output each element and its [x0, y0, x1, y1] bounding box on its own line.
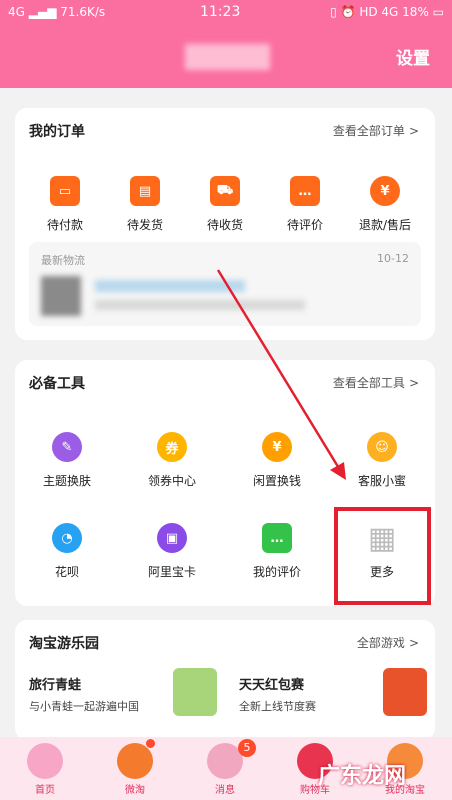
- view-all-orders-label: 查看全部订单: [332, 124, 405, 138]
- latest-logistics[interactable]: 最新物流 10-12: [29, 242, 421, 326]
- chevron-right-icon: >: [408, 636, 419, 650]
- order-item-label: 待收货: [206, 218, 243, 232]
- wallet-icon: ▭: [50, 176, 80, 206]
- orders-header: 我的订单 查看全部订单 >: [15, 108, 435, 152]
- tool-coupon-center[interactable]: 券 领券中心: [132, 432, 212, 489]
- tool-idle-cash[interactable]: ¥ 闲置换钱: [237, 432, 317, 489]
- coupon-icon: 券: [157, 432, 187, 462]
- battery-level: 18%: [402, 5, 429, 19]
- game-title: 天天红包赛: [239, 678, 305, 693]
- games-header: 淘宝游乐园 全部游戏 >: [15, 620, 435, 664]
- bee-icon: ☺: [367, 432, 397, 462]
- cup-icon: [383, 668, 427, 716]
- network-right: HD 4G: [359, 5, 399, 19]
- logistics-title: 最新物流: [41, 254, 85, 267]
- order-item-label: 待付款: [46, 218, 83, 232]
- comment-icon: …: [290, 176, 320, 206]
- order-item-label: 退款/售后: [358, 218, 412, 232]
- tool-huabei[interactable]: ◔ 花呗: [27, 523, 107, 580]
- chevron-right-icon: >: [408, 376, 419, 390]
- view-all-games-label: 全部游戏: [356, 636, 405, 650]
- logistics-date: 10-12: [377, 252, 409, 265]
- tool-label: 闲置换钱: [252, 474, 301, 488]
- status-left: 4G ▂▄▆ 71.6K/s: [8, 5, 106, 19]
- carrot-icon: [117, 743, 153, 779]
- games-card: 淘宝游乐园 全部游戏 > 旅行青蛙 与小青蛙一起游遍中国 天天红包赛 全新上线节度…: [15, 620, 435, 740]
- tool-theme-skin[interactable]: ✎ 主题换肤: [27, 432, 107, 489]
- games-title: 淘宝游乐园: [29, 636, 99, 652]
- settings-button[interactable]: 设置: [396, 44, 430, 69]
- tab-label: 微淘: [125, 785, 145, 796]
- logistics-thumbnail: [41, 276, 81, 316]
- watermark: 广东龙网: [318, 764, 407, 789]
- tool-customer-service[interactable]: ☺ 客服小蜜: [342, 432, 422, 489]
- header: 设置: [0, 26, 452, 88]
- view-all-tools-link[interactable]: 查看全部工具 >: [333, 374, 419, 391]
- chevron-right-icon: >: [408, 124, 419, 138]
- tool-label: 阿里宝卡: [147, 565, 196, 579]
- order-item-label: 待发货: [126, 218, 163, 232]
- tab-label: 首页: [35, 785, 55, 796]
- username-blurred: [185, 44, 270, 70]
- tool-label: 花呗: [54, 565, 79, 579]
- logistics-detail-blurred: [95, 300, 305, 310]
- orders-title: 我的订单: [29, 124, 85, 140]
- order-pending-shipment[interactable]: ▤ 待发货: [105, 176, 185, 233]
- view-all-orders-link[interactable]: 查看全部订单 >: [333, 122, 419, 139]
- game-travel-frog[interactable]: 旅行青蛙 与小青蛙一起游遍中国: [29, 668, 225, 738]
- game-red-packet[interactable]: 天天红包赛 全新上线节度赛: [239, 668, 435, 738]
- status-right: ▯ ⏰ HD 4G 18% ▭: [330, 5, 444, 19]
- notification-dot: [146, 739, 155, 748]
- clock: 11:23: [200, 4, 241, 20]
- tool-label: 我的评价: [252, 565, 301, 579]
- refund-icon: ¥: [370, 176, 400, 206]
- highlight-box: [334, 507, 431, 605]
- message-badge: 5: [238, 739, 256, 757]
- order-refund[interactable]: ¥ 退款/售后: [345, 176, 425, 233]
- message-icon: …: [262, 523, 292, 553]
- tool-label: 客服小蜜: [357, 474, 406, 488]
- tab-home[interactable]: 首页: [0, 737, 90, 800]
- tools-title: 必备工具: [29, 376, 85, 392]
- tool-label: 主题换肤: [42, 474, 91, 488]
- logistics-text-blurred: [95, 280, 245, 292]
- yuan-icon: ¥: [262, 432, 292, 462]
- truck-icon: ⛟: [210, 176, 240, 206]
- card-icon: ▣: [157, 523, 187, 553]
- status-bar: 4G ▂▄▆ 71.6K/s 11:23 ▯ ⏰ HD 4G 18% ▭: [0, 0, 452, 26]
- bunny-icon: [27, 743, 63, 779]
- tools-header: 必备工具 查看全部工具 >: [15, 360, 435, 404]
- order-pending-payment[interactable]: ▭ 待付款: [25, 176, 105, 233]
- tool-my-reviews[interactable]: … 我的评价: [237, 523, 317, 580]
- orders-card: 我的订单 查看全部订单 > ▭ 待付款 ▤ 待发货 ⛟ 待收货 … 待评价 ¥ 退…: [15, 108, 435, 340]
- game-subtitle: 与小青蛙一起游遍中国: [29, 700, 139, 713]
- view-all-tools-label: 查看全部工具: [332, 376, 405, 390]
- game-subtitle: 全新上线节度赛: [239, 700, 316, 713]
- tool-label: 领券中心: [147, 474, 196, 488]
- order-pending-receipt[interactable]: ⛟ 待收货: [185, 176, 265, 233]
- frog-icon: [173, 668, 217, 716]
- order-item-label: 待评价: [286, 218, 323, 232]
- network-left: 4G: [8, 5, 25, 19]
- tab-weitao[interactable]: 微淘: [90, 737, 180, 800]
- view-all-games-link[interactable]: 全部游戏 >: [357, 634, 419, 651]
- tool-ali-card[interactable]: ▣ 阿里宝卡: [132, 523, 212, 580]
- tab-label: 消息: [215, 785, 235, 796]
- tab-messages[interactable]: 消息: [180, 737, 270, 800]
- huabei-icon: ◔: [52, 523, 82, 553]
- palette-icon: ✎: [52, 432, 82, 462]
- box-icon: ▤: [130, 176, 160, 206]
- net-speed: 71.6K/s: [60, 5, 106, 19]
- order-pending-review[interactable]: … 待评价: [265, 176, 345, 233]
- game-title: 旅行青蛙: [29, 678, 82, 693]
